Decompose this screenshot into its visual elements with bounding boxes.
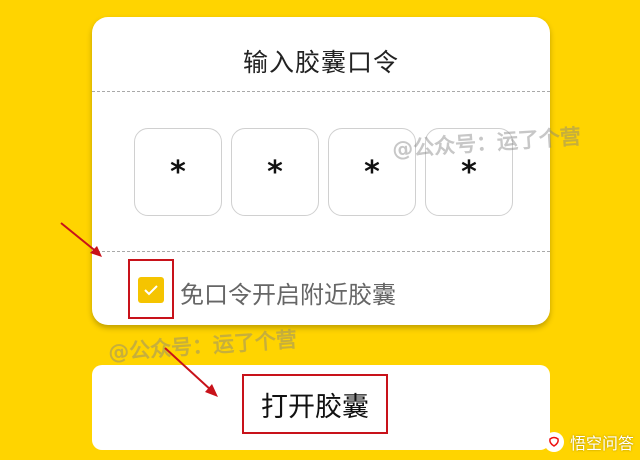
passcode-card: 输入胶囊口令 * * * * @公众号：运了个营 免口令开启附近胶囊 bbox=[92, 17, 582, 325]
checkbox-label[interactable]: 免口令开启附近胶囊 bbox=[180, 275, 396, 310]
no-passcode-checkbox[interactable] bbox=[138, 277, 164, 303]
checkmark-icon bbox=[144, 285, 158, 296]
divider-bottom bbox=[92, 251, 550, 252]
wukong-logo-icon bbox=[543, 432, 564, 452]
code-digit-3[interactable]: * bbox=[328, 128, 416, 216]
open-capsule-button[interactable]: 打开胶囊 bbox=[242, 374, 388, 434]
watermark-lower: @公众号：运了个营 bbox=[107, 327, 298, 365]
dialog-title: 输入胶囊口令 bbox=[242, 48, 399, 77]
code-digit-2[interactable]: * bbox=[231, 128, 319, 216]
footer-brand-text: 悟空问答 bbox=[569, 434, 634, 453]
checkbox-highlight-box bbox=[128, 259, 174, 319]
code-digit-4[interactable]: * bbox=[425, 128, 513, 216]
divider-top bbox=[92, 91, 550, 92]
action-panel: 打开胶囊 bbox=[92, 365, 550, 450]
code-digit-1[interactable]: * bbox=[134, 128, 222, 216]
footer-brand: 悟空问答 bbox=[543, 430, 634, 454]
